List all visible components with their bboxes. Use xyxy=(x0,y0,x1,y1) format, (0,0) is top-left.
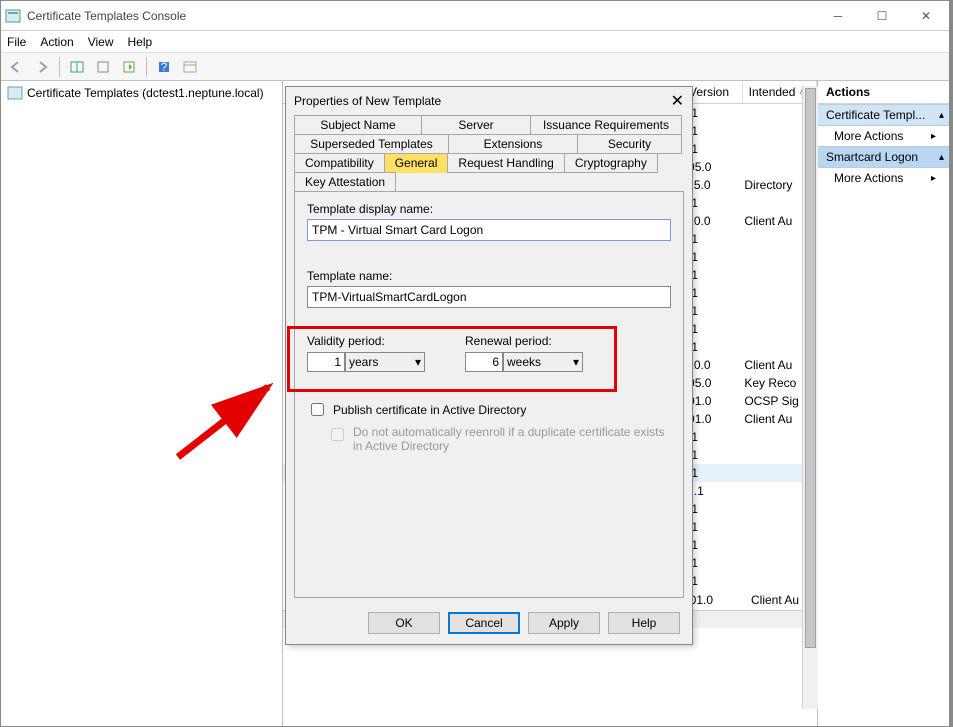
tab-issuance[interactable]: Issuance Requirements xyxy=(530,115,682,135)
export-button[interactable] xyxy=(118,56,140,78)
action-more-1[interactable]: More Actions ▸ xyxy=(818,126,952,146)
action-band-smartcard[interactable]: Smartcard Logon ▴ xyxy=(818,146,952,168)
action-label: More Actions xyxy=(834,129,903,143)
refresh-button[interactable] xyxy=(92,56,114,78)
renewal-label: Renewal period: xyxy=(465,334,583,348)
chevron-down-icon: ▾ xyxy=(415,355,421,369)
template-name-label: Template name: xyxy=(307,269,671,283)
action-more-2[interactable]: More Actions ▸ xyxy=(818,168,952,188)
chevron-down-icon: ▾ xyxy=(573,355,579,369)
display-name-input[interactable] xyxy=(307,219,671,241)
dup-checkbox xyxy=(331,428,344,441)
chevron-up-icon: ▴ xyxy=(939,110,944,121)
display-name-label: Template display name: xyxy=(307,202,671,216)
dialog-title: Properties of New Template xyxy=(294,94,441,108)
renewal-unit-dropdown[interactable]: weeks ▾ xyxy=(503,352,583,372)
band-label: Smartcard Logon xyxy=(826,150,918,164)
renewal-unit-text: weeks xyxy=(507,355,541,369)
tree-item-label: Certificate Templates (dctest1.neptune.l… xyxy=(27,86,264,100)
tab-extensions[interactable]: Extensions xyxy=(448,134,578,154)
renewal-value-input[interactable] xyxy=(465,352,503,372)
cancel-button[interactable]: Cancel xyxy=(448,612,520,634)
window-border xyxy=(949,0,953,727)
actions-pane: Actions Certificate Templ... ▴ More Acti… xyxy=(818,81,952,726)
validity-unit-text: years xyxy=(349,355,378,369)
validity-value-input[interactable] xyxy=(307,352,345,372)
dup-label: Do not automatically reenroll if a dupli… xyxy=(353,425,671,453)
validity-label: Validity period: xyxy=(307,334,425,348)
menu-view[interactable]: View xyxy=(88,35,114,49)
menu-help[interactable]: Help xyxy=(128,35,153,49)
template-intended: Client Au xyxy=(751,593,799,607)
close-button[interactable]: ✕ xyxy=(904,2,948,30)
action-band-cert-templates[interactable]: Certificate Templ... ▴ xyxy=(818,104,952,126)
dialog-tabs: Subject Name Server Issuance Requirement… xyxy=(294,115,684,191)
console-tree[interactable]: Certificate Templates (dctest1.neptune.l… xyxy=(1,81,283,726)
tab-cryptography[interactable]: Cryptography xyxy=(564,153,658,173)
publish-label: Publish certificate in Active Directory xyxy=(333,403,526,417)
actions-header: Actions xyxy=(818,81,952,104)
help-button[interactable]: ? xyxy=(153,56,175,78)
ok-button[interactable]: OK xyxy=(368,612,440,634)
cert-console-icon xyxy=(5,8,21,24)
tab-compatibility[interactable]: Compatibility xyxy=(294,153,385,173)
tab-key-attestation[interactable]: Key Attestation xyxy=(294,172,396,192)
band-label: Certificate Templ... xyxy=(826,108,925,122)
minimize-button[interactable]: ─ xyxy=(816,2,860,30)
tab-subject-name[interactable]: Subject Name xyxy=(294,115,422,135)
chevron-up-icon: ▴ xyxy=(939,152,944,163)
properties-button[interactable] xyxy=(179,56,201,78)
help-button[interactable]: Help xyxy=(608,612,680,634)
properties-dialog: Properties of New Template ✕ Subject Nam… xyxy=(285,86,693,645)
cert-template-icon xyxy=(7,85,23,101)
tree-item-cert-templates[interactable]: Certificate Templates (dctest1.neptune.l… xyxy=(3,83,280,103)
validity-unit-dropdown[interactable]: years ▾ xyxy=(345,352,425,372)
maximize-button[interactable]: ☐ xyxy=(860,2,904,30)
action-label: More Actions xyxy=(834,171,903,185)
menu-file[interactable]: File xyxy=(7,35,26,49)
tab-superseded[interactable]: Superseded Templates xyxy=(294,134,449,154)
chevron-right-icon: ▸ xyxy=(931,131,936,142)
tab-general[interactable]: General xyxy=(384,153,449,173)
window-title: Certificate Templates Console xyxy=(27,9,816,23)
publish-checkbox[interactable] xyxy=(311,403,324,416)
tab-security[interactable]: Security xyxy=(577,134,682,154)
toolbar: ? xyxy=(1,53,952,81)
apply-button[interactable]: Apply xyxy=(528,612,600,634)
dialog-close-button[interactable]: ✕ xyxy=(671,91,684,111)
menu-action[interactable]: Action xyxy=(40,35,73,49)
dup-checkbox-row: Do not automatically reenroll if a dupli… xyxy=(327,425,671,453)
menubar: File Action View Help xyxy=(1,31,952,53)
tab-request-handling[interactable]: Request Handling xyxy=(447,153,564,173)
titlebar: Certificate Templates Console ─ ☐ ✕ xyxy=(1,1,952,31)
back-button[interactable] xyxy=(5,56,27,78)
svg-text:?: ? xyxy=(161,60,168,74)
vertical-scrollbar[interactable] xyxy=(802,86,818,709)
publish-checkbox-row[interactable]: Publish certificate in Active Directory xyxy=(307,400,671,419)
view-button[interactable] xyxy=(66,56,88,78)
chevron-right-icon: ▸ xyxy=(931,173,936,184)
tab-server[interactable]: Server xyxy=(421,115,531,135)
forward-button[interactable] xyxy=(31,56,53,78)
template-name-input[interactable] xyxy=(307,286,671,308)
